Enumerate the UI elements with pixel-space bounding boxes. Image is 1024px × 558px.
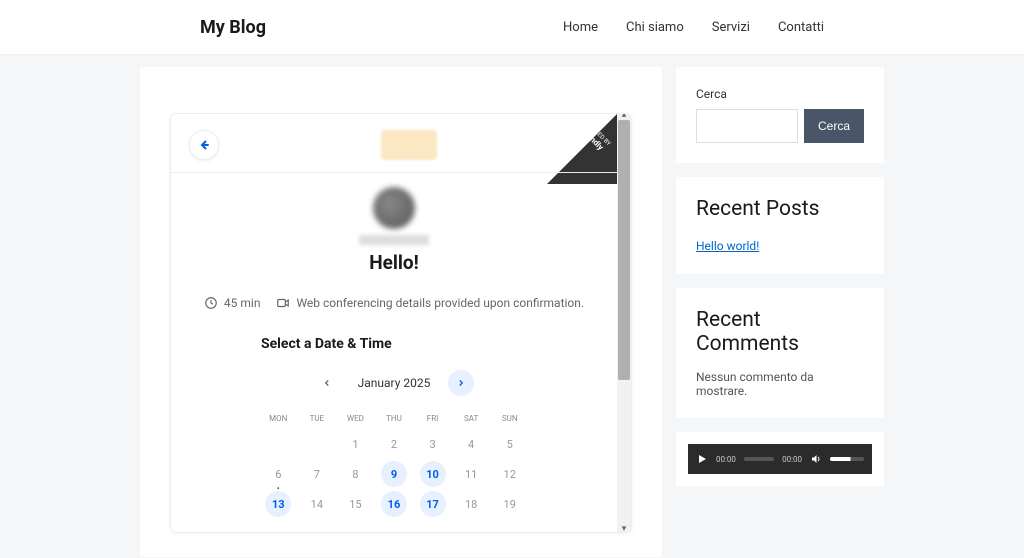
calendar-day: 8	[342, 461, 368, 487]
calendar-dow: MON	[261, 410, 296, 427]
duration-item: 45 min	[204, 296, 261, 310]
play-icon	[696, 453, 708, 465]
search-widget: Cerca Cerca	[676, 67, 884, 163]
scroll-down-arrow[interactable]: ▾	[618, 524, 630, 533]
calendar-day: 6•	[265, 461, 291, 487]
clock-icon	[204, 296, 218, 310]
top-bar: My Blog Home Chi siamo Servizi Contatti	[0, 0, 1024, 55]
calendar-dow: THU	[377, 410, 412, 427]
calendar-day: 18	[458, 491, 484, 517]
calendar-day: 14	[304, 491, 330, 517]
prev-month-button[interactable]	[314, 370, 340, 396]
embed-scrollbar[interactable]: ▴ ▾	[617, 114, 631, 532]
scrollbar-thumb[interactable]	[618, 120, 630, 380]
calendly-embed: POWERED BY Calendly Hello!	[170, 113, 632, 533]
calendar-day: 4	[458, 431, 484, 457]
nav-home[interactable]: Home	[563, 20, 598, 35]
recent-comments-widget: Recent Comments Nessun commento da mostr…	[676, 288, 884, 418]
conferencing-label: Web conferencing details provided upon c…	[296, 296, 584, 310]
month-label: January 2025	[358, 376, 431, 390]
recent-post-link[interactable]: Hello world!	[696, 239, 759, 253]
calendar-grid: MONTUEWEDTHUFRISATSUN123456•789101112131…	[261, 410, 527, 517]
calendar-day[interactable]: 13	[265, 491, 291, 517]
calendar-day[interactable]: 10	[420, 461, 446, 487]
volume-slider[interactable]	[830, 457, 864, 461]
site-title: My Blog	[200, 17, 266, 38]
nav-servizi[interactable]: Servizi	[712, 20, 750, 35]
audio-total-time: 00:00	[782, 455, 802, 464]
audio-widget: 00:00 00:00	[676, 432, 884, 486]
embed-header	[171, 114, 617, 173]
comments-empty-label: Nessun commento da mostrare.	[696, 370, 864, 398]
calendar-day[interactable]: 16	[381, 491, 407, 517]
host-name-blur	[359, 235, 429, 245]
next-month-button[interactable]	[448, 370, 474, 396]
calendar-day[interactable]: 9	[381, 461, 407, 487]
select-date-title: Select a Date & Time	[261, 336, 527, 352]
sidebar: Cerca Cerca Recent Posts Hello world! Re…	[676, 67, 884, 486]
main-content: POWERED BY Calendly Hello!	[140, 67, 662, 557]
calendar-dow: SUN	[492, 410, 527, 427]
calendar-day[interactable]: 17	[420, 491, 446, 517]
event-meta: 45 min Web conferencing details provided…	[201, 296, 587, 310]
calendar-dow: SAT	[454, 410, 489, 427]
chevron-left-icon	[322, 378, 332, 388]
calendar-day	[265, 431, 291, 457]
recent-posts-title: Recent Posts	[696, 197, 864, 221]
calendar-dow: FRI	[415, 410, 450, 427]
calendar-dow: TUE	[300, 410, 335, 427]
nav-chi-siamo[interactable]: Chi siamo	[626, 20, 684, 35]
audio-progress[interactable]	[744, 457, 774, 461]
calendar-day	[304, 431, 330, 457]
calendar-dow: WED	[338, 410, 373, 427]
search-input[interactable]	[696, 109, 798, 143]
calendar-day: 3	[420, 431, 446, 457]
event-title: Hello!	[201, 251, 587, 274]
calendar-day: 2	[381, 431, 407, 457]
back-button[interactable]	[189, 130, 219, 160]
recent-posts-widget: Recent Posts Hello world!	[676, 177, 884, 274]
avatar	[373, 187, 415, 229]
recent-comments-title: Recent Comments	[696, 308, 864, 356]
search-label: Cerca	[696, 87, 864, 101]
calendar-day: 5	[497, 431, 523, 457]
conferencing-item: Web conferencing details provided upon c…	[276, 296, 584, 310]
play-button[interactable]	[696, 453, 708, 465]
search-button[interactable]: Cerca	[804, 109, 864, 143]
calendar-day: 15	[342, 491, 368, 517]
calendar-nav: January 2025	[261, 370, 527, 396]
calendar-day: 12	[497, 461, 523, 487]
arrow-left-icon	[196, 137, 212, 153]
header-logo-blur	[381, 130, 437, 160]
duration-label: 45 min	[224, 296, 261, 310]
volume-icon	[810, 453, 822, 465]
audio-current-time: 00:00	[716, 455, 736, 464]
nav-contatti[interactable]: Contatti	[778, 20, 824, 35]
calendar-day: 19	[497, 491, 523, 517]
calendar-day: 1	[342, 431, 368, 457]
calendar-day: 11	[458, 461, 484, 487]
video-icon	[276, 296, 290, 310]
calendar-day: 7	[304, 461, 330, 487]
chevron-right-icon	[456, 378, 466, 388]
mute-button[interactable]	[810, 453, 822, 465]
audio-player: 00:00 00:00	[688, 444, 872, 474]
main-nav: Home Chi siamo Servizi Contatti	[563, 20, 824, 35]
